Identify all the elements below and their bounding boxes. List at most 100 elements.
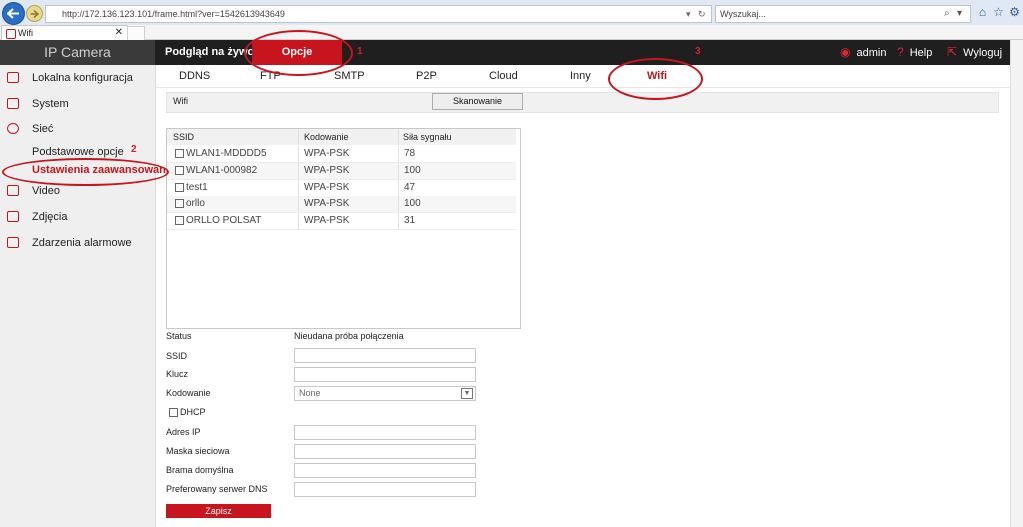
- search-dropdown-icon[interactable]: ▾: [957, 6, 962, 22]
- column-header-encoding: Kodowanie: [304, 132, 349, 142]
- browser-tab-strip: [0, 25, 1023, 40]
- logout-label: Wyloguj: [963, 47, 1003, 59]
- nav-live-view[interactable]: Podgląd na żywo: [165, 40, 254, 65]
- ssid-input[interactable]: [294, 348, 476, 363]
- signal-cell: 100: [404, 198, 421, 209]
- dns-input[interactable]: [294, 482, 476, 497]
- sidebar-item-network[interactable]: Sieć: [0, 116, 155, 142]
- gateway-input[interactable]: [294, 463, 476, 478]
- sidebar-item-label: Zdjęcia: [32, 211, 68, 223]
- tab-ddns[interactable]: DDNS: [179, 65, 210, 87]
- status-label: Status: [166, 331, 192, 341]
- dropdown-icon[interactable]: ▾: [686, 6, 691, 22]
- address-url: http://172.136.123.101/frame.html?ver=15…: [62, 9, 285, 19]
- checkbox[interactable]: [175, 198, 184, 208]
- settings-gear-icon[interactable]: ⚙: [1007, 5, 1022, 20]
- dns-label: Preferowany serwer DNS: [166, 484, 268, 494]
- status-value: Nieudana próba połączenia: [294, 331, 404, 341]
- user-icon: ◉: [840, 45, 851, 59]
- sidebar-item-local-config[interactable]: Lokalna konfiguracja: [0, 65, 155, 91]
- close-tab-icon[interactable]: ✕: [115, 26, 123, 40]
- sidebar-subitem-basic[interactable]: Podstawowe opcje: [32, 146, 124, 158]
- mask-input[interactable]: [294, 444, 476, 459]
- column-header-ssid: SSID: [173, 132, 195, 142]
- key-label: Klucz: [166, 369, 189, 379]
- table-row[interactable]: orllo WPA-PSK 100: [167, 196, 516, 213]
- table-header: SSID Kodowanie Siła sygnału: [167, 129, 516, 145]
- tab-cloud[interactable]: Cloud: [489, 65, 518, 87]
- scan-panel: [166, 92, 999, 113]
- table-row[interactable]: test1 WPA-PSK 47: [167, 180, 516, 197]
- arrow-left-icon: [7, 8, 19, 19]
- logout-link[interactable]: ⇱ Wyloguj: [947, 40, 1002, 65]
- arrow-right-icon: [30, 9, 39, 18]
- help-link[interactable]: ? Help: [897, 40, 932, 65]
- dhcp-checkbox[interactable]: [169, 408, 178, 418]
- checkbox[interactable]: [175, 182, 184, 192]
- signal-cell: 100: [404, 165, 421, 176]
- annotation-number-2: 2: [131, 144, 137, 155]
- ssid-cell: ORLLO POLSAT: [175, 213, 261, 229]
- ssid-cell: test1: [175, 180, 208, 196]
- ssid-cell: WLAN1-MDDDD5: [175, 146, 267, 162]
- encoding-cell: WPA-PSK: [304, 198, 350, 209]
- checkbox[interactable]: [175, 165, 184, 175]
- signal-cell: 31: [404, 215, 416, 226]
- signal-cell: 47: [404, 182, 416, 193]
- page-favicon-icon: [6, 29, 16, 39]
- user-name: admin: [856, 47, 887, 59]
- forward-button[interactable]: [26, 5, 43, 22]
- alarm-list-icon: [7, 237, 19, 248]
- ssid-label: SSID: [166, 351, 188, 361]
- sidebar-item-label: Sieć: [32, 123, 54, 135]
- sidebar-item-alarms[interactable]: Zdarzenia alarmowe: [0, 230, 155, 256]
- home-icon[interactable]: ⌂: [975, 5, 990, 20]
- ip-input[interactable]: [294, 425, 476, 440]
- globe-icon: [7, 123, 19, 134]
- sidebar-item-label: Zdarzenia alarmowe: [32, 237, 132, 249]
- annotation-ellipse-options: [244, 30, 353, 76]
- table-row[interactable]: ORLLO POLSAT WPA-PSK 31: [167, 213, 516, 230]
- tab-p2p[interactable]: P2P: [416, 65, 437, 87]
- monitor-icon: [7, 72, 19, 83]
- sidebar-item-system[interactable]: System: [0, 91, 155, 117]
- search-placeholder: Wyszukaj...: [720, 9, 766, 19]
- annotation-number-3: 3: [695, 46, 701, 57]
- ip-label: Adres IP: [166, 427, 201, 437]
- encoding-cell: WPA-PSK: [304, 182, 350, 193]
- page-scrollbar[interactable]: [1010, 40, 1023, 527]
- tab-other[interactable]: Inny: [570, 65, 591, 87]
- chevron-down-icon[interactable]: ▼: [461, 388, 473, 399]
- encoding-cell: WPA-PSK: [304, 165, 350, 176]
- system-icon: [7, 98, 19, 109]
- save-button[interactable]: Zapisz: [166, 504, 271, 518]
- annotation-ellipse-wifi: [608, 58, 703, 100]
- checkbox[interactable]: [175, 215, 184, 225]
- favorites-star-icon[interactable]: ☆: [991, 5, 1006, 20]
- scan-button[interactable]: Skanowanie: [432, 93, 523, 110]
- help-icon: ?: [897, 45, 904, 59]
- annotation-number-1: 1: [357, 46, 363, 57]
- key-input[interactable]: [294, 367, 476, 382]
- browser-search-box[interactable]: Wyszukaj... ⌕ ▾: [715, 5, 971, 23]
- encoding-select[interactable]: None ▼: [294, 386, 476, 401]
- refresh-icon[interactable]: ↻: [698, 6, 706, 22]
- scan-panel-title: Wifi: [173, 96, 188, 106]
- new-tab-button[interactable]: [127, 26, 145, 41]
- checkbox[interactable]: [175, 148, 184, 158]
- mask-label: Maska sieciowa: [166, 446, 230, 456]
- browser-tab-wifi[interactable]: Wifi ✕: [1, 25, 128, 40]
- encoding-label: Kodowanie: [166, 388, 211, 398]
- image-icon: [7, 211, 19, 222]
- encoding-select-value: None: [299, 388, 321, 398]
- back-button[interactable]: [2, 2, 25, 25]
- table-row[interactable]: WLAN1-000982 WPA-PSK 100: [167, 163, 516, 180]
- user-menu[interactable]: ◉ admin: [840, 40, 886, 65]
- dhcp-toggle[interactable]: DHCP: [169, 407, 206, 418]
- address-bar[interactable]: http://172.136.123.101/frame.html?ver=15…: [45, 5, 712, 23]
- table-row[interactable]: WLAN1-MDDDD5 WPA-PSK 78: [167, 146, 516, 163]
- sidebar-item-label: Lokalna konfiguracja: [32, 72, 133, 84]
- gateway-label: Brama domyślna: [166, 465, 234, 475]
- search-icon[interactable]: ⌕: [944, 6, 950, 22]
- sidebar-item-photos[interactable]: Zdjęcia: [0, 204, 155, 230]
